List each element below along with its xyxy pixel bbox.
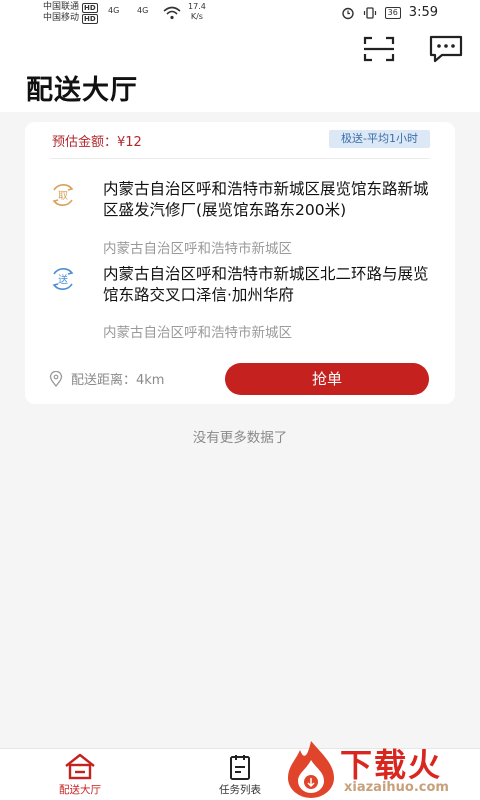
page-title: 配送大厅 — [26, 75, 138, 106]
no-more-data-text: 没有更多数据了 — [192, 430, 288, 446]
carrier-1: 中国联通 — [43, 2, 80, 12]
message-icon[interactable] — [428, 34, 464, 64]
signal-4g-icon: 4G — [137, 6, 149, 15]
hd-badge: HD — [82, 2, 98, 13]
carrier-2: 中国移动 — [43, 13, 80, 23]
vibrate-icon — [363, 6, 376, 19]
delivery-region: 内蒙古自治区呼和浩特市新城区 — [103, 325, 292, 341]
scan-icon[interactable] — [361, 34, 397, 64]
home-icon — [65, 753, 95, 780]
network-speed: 17.4 K/s — [188, 2, 206, 22]
pickup-icon: 取 — [52, 184, 74, 206]
grab-order-button[interactable]: 抢单 — [225, 363, 429, 395]
signal-4g-icon: 4G — [108, 6, 120, 15]
tab-delivery-hall[interactable]: 配送大厅 — [35, 753, 125, 797]
watermark: 下载火 xiazaihuo.com — [282, 738, 480, 800]
location-pin-icon — [49, 370, 63, 387]
tab-label: 配送大厅 — [59, 784, 101, 796]
delivery-distance: 配送距离：4km — [71, 373, 165, 388]
alarm-icon — [341, 7, 354, 19]
tab-label: 任务列表 — [219, 784, 261, 796]
header: 配送大厅 — [0, 26, 480, 112]
pickup-region: 内蒙古自治区呼和浩特市新城区 — [103, 241, 292, 257]
carrier-info: 中国联通 HD 中国移动 HD — [43, 2, 98, 24]
speed-unit: K/s — [190, 12, 203, 21]
battery-indicator: 36 — [384, 6, 401, 19]
order-card[interactable]: 预估金额：¥12 极送-平均1小时 取 内蒙古自治区呼和浩特市新城区展览馆东路新… — [25, 122, 455, 404]
delivery-icon-label: 送 — [58, 273, 68, 286]
watermark-url: xiazaihuo.com — [344, 780, 449, 795]
hd-badge: HD — [82, 13, 98, 24]
wifi-icon — [163, 6, 181, 20]
divider — [50, 158, 430, 159]
status-time: 3:59 — [408, 5, 438, 20]
clipboard-icon — [230, 755, 250, 780]
delivery-address: 内蒙古自治区呼和浩特市新城区北二环路与展览馆东路交叉口泽信·加州华府 — [103, 265, 429, 304]
pickup-icon-label: 取 — [58, 190, 68, 202]
status-bar: 中国联通 HD 中国移动 HD 4G 4G 17.4 K/s 36 3:59 — [0, 0, 480, 26]
delivery-type-tag: 极送-平均1小时 — [329, 130, 430, 148]
delivery-icon: 送 — [52, 268, 74, 290]
flame-logo-icon — [288, 741, 334, 798]
estimated-price: 预估金额：¥12 — [52, 135, 142, 150]
tab-task-list[interactable]: 任务列表 — [195, 753, 285, 797]
distance-row: 配送距离：4km — [49, 369, 164, 388]
speed-value: 17.4 — [188, 2, 206, 11]
pickup-address: 内蒙古自治区呼和浩特市新城区展览馆东路新城区盛发汽修厂(展览馆东路东200米) — [103, 180, 429, 219]
